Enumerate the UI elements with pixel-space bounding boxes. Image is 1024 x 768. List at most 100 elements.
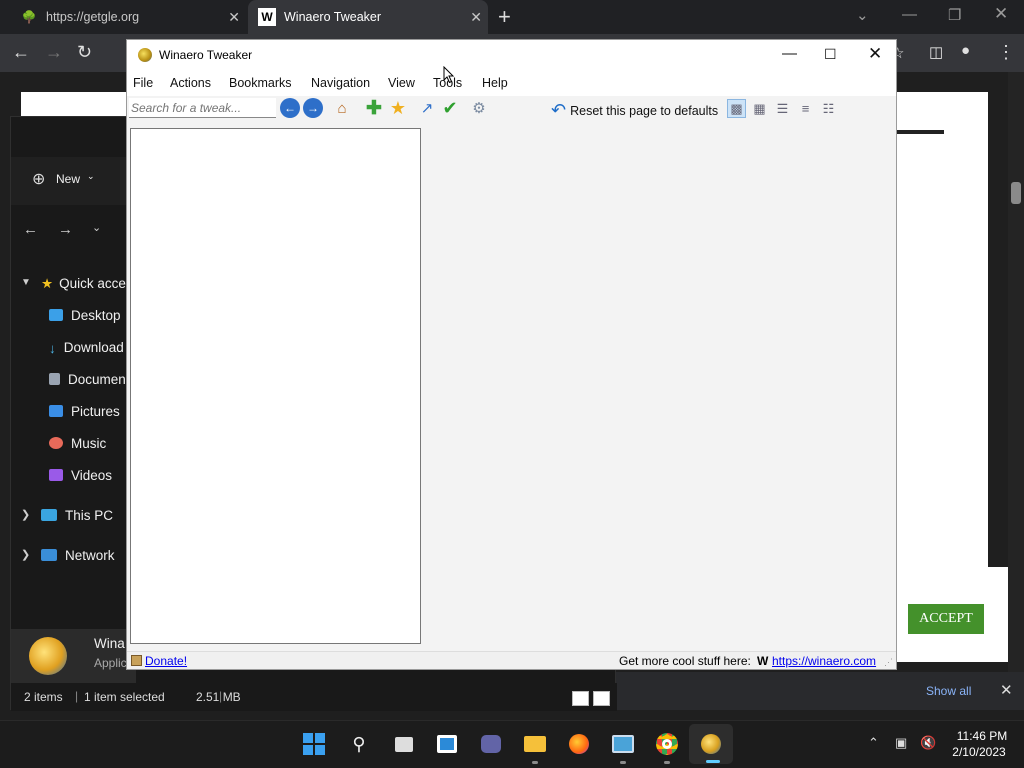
details-view-icon[interactable] bbox=[572, 691, 589, 706]
tab-winaero-tweaker[interactable]: W Winaero Tweaker ✕ bbox=[248, 0, 488, 34]
accept-cookies-button[interactable]: ACCEPT bbox=[908, 604, 984, 634]
menu-help[interactable]: Help bbox=[482, 76, 508, 90]
sidebar-item-this-pc[interactable]: This PC bbox=[41, 508, 113, 523]
task-view-icon[interactable] bbox=[392, 732, 416, 756]
sidebar-item-quick-access[interactable]: ★ Quick acce bbox=[41, 276, 126, 292]
taskbar-clock-date[interactable]: 2/10/2023 bbox=[946, 745, 1012, 759]
list-view-icon[interactable]: ≡ bbox=[796, 99, 815, 118]
chevron-down-icon[interactable]: ⌄ bbox=[87, 171, 95, 182]
side-panel-icon[interactable]: ◫ bbox=[929, 43, 943, 61]
winaero-app-icon bbox=[29, 637, 67, 675]
page-divider bbox=[897, 130, 944, 134]
new-button[interactable]: New bbox=[56, 172, 80, 186]
forward-arrow-icon[interactable]: → bbox=[45, 42, 63, 63]
add-bookmark-icon[interactable]: ✚ bbox=[364, 98, 384, 119]
close-window-icon[interactable]: ✕ bbox=[868, 44, 882, 64]
close-tab-icon[interactable]: ✕ bbox=[228, 9, 240, 26]
back-arrow-icon[interactable]: ← bbox=[23, 221, 38, 238]
monitor-icon bbox=[41, 509, 57, 521]
desktop-icon bbox=[49, 309, 63, 321]
menu-actions[interactable]: Actions bbox=[170, 76, 211, 90]
file-explorer-icon[interactable] bbox=[523, 732, 547, 756]
back-arrow-icon[interactable]: ← bbox=[12, 42, 30, 63]
tiles-view-icon[interactable]: ▩ bbox=[727, 99, 746, 118]
control-panel-icon[interactable] bbox=[611, 732, 635, 756]
close-window-icon[interactable]: ✕ bbox=[994, 4, 1008, 24]
winaero-taskbar-icon[interactable] bbox=[699, 732, 723, 756]
taskbar-clock-time[interactable]: 11:46 PM bbox=[952, 729, 1012, 743]
star-icon[interactable]: ★ bbox=[388, 98, 408, 118]
forward-arrow-icon[interactable]: → bbox=[303, 98, 323, 118]
chevron-up-icon[interactable]: ⌃ bbox=[868, 735, 879, 751]
volume-muted-icon[interactable]: 🔇 bbox=[920, 735, 936, 751]
new-tab-button[interactable]: + bbox=[498, 4, 511, 30]
expand-chevron-icon[interactable]: ❯ bbox=[21, 548, 30, 561]
sidebar-item-videos[interactable]: Videos bbox=[49, 468, 112, 483]
download-icon: ↓ bbox=[49, 341, 56, 356]
sidebar-item-documents[interactable]: Documen bbox=[49, 372, 126, 387]
show-all-downloads-link[interactable]: Show all bbox=[926, 684, 971, 698]
firefox-icon[interactable] bbox=[567, 732, 591, 756]
large-icons-view-icon[interactable]: ▦ bbox=[750, 99, 769, 118]
page-scrollbar-thumb[interactable] bbox=[1011, 182, 1021, 204]
back-arrow-icon[interactable]: ← bbox=[280, 98, 300, 118]
file-name: Wina bbox=[94, 636, 125, 651]
chevron-down-icon[interactable]: ⌄ bbox=[856, 6, 869, 24]
expand-chevron-icon[interactable]: ❯ bbox=[21, 508, 30, 521]
gear-icon[interactable]: ⚙ bbox=[469, 98, 489, 118]
sidebar-item-downloads[interactable]: ↓ Download bbox=[49, 340, 124, 356]
menu-file[interactable]: File bbox=[133, 76, 153, 90]
home-icon[interactable]: ⌂ bbox=[332, 98, 352, 118]
search-icon[interactable]: ⚲ bbox=[347, 732, 371, 756]
tree-favicon-icon: 🌳 bbox=[21, 10, 37, 24]
maximize-icon[interactable]: ☐ bbox=[824, 46, 837, 63]
sidebar-item-music[interactable]: Music bbox=[49, 436, 106, 451]
winaero-tweaker-window: Winaero Tweaker — ☐ ✕ File Actions Bookm… bbox=[126, 39, 897, 670]
close-tab-icon[interactable]: ✕ bbox=[470, 9, 482, 26]
chrome-icon[interactable] bbox=[655, 732, 679, 756]
sidebar-item-network[interactable]: Network bbox=[41, 548, 115, 563]
thumbnail-view-icon[interactable] bbox=[593, 691, 610, 706]
menu-view[interactable]: View bbox=[388, 76, 415, 90]
start-windows-icon[interactable] bbox=[302, 732, 326, 756]
restore-icon[interactable]: ❐ bbox=[948, 6, 961, 24]
minimize-icon[interactable]: — bbox=[902, 6, 917, 23]
selected-file-info: Wina Applic bbox=[11, 629, 136, 683]
network-status-icon[interactable]: ▣ bbox=[895, 735, 907, 751]
apply-check-icon[interactable]: ✔ bbox=[440, 98, 460, 118]
winaero-w-icon: W bbox=[757, 654, 769, 668]
file-type: Applic bbox=[94, 656, 127, 670]
recent-locations-icon[interactable]: ⌄ bbox=[92, 221, 101, 234]
reset-page-button[interactable]: ↶ Reset this page to defaults bbox=[551, 100, 718, 121]
sidebar-item-pictures[interactable]: Pictures bbox=[49, 404, 120, 419]
details-view-icon[interactable]: ☷ bbox=[819, 99, 838, 118]
menu-navigation[interactable]: Navigation bbox=[311, 76, 370, 90]
expand-chevron-icon[interactable]: ▼ bbox=[21, 277, 31, 288]
teams-chat-icon[interactable] bbox=[479, 732, 503, 756]
reload-icon[interactable]: ↻ bbox=[77, 42, 92, 63]
small-icons-view-icon[interactable]: ☰ bbox=[773, 99, 792, 118]
window-title-bar[interactable]: Winaero Tweaker — ☐ ✕ bbox=[127, 40, 896, 70]
search-input[interactable] bbox=[129, 98, 276, 118]
widgets-icon[interactable] bbox=[435, 732, 459, 756]
menu-bar: File Actions Bookmarks Navigation View T… bbox=[127, 70, 896, 96]
tweak-tree-panel[interactable] bbox=[130, 128, 421, 644]
minimize-icon[interactable]: — bbox=[782, 45, 797, 62]
profile-icon[interactable]: ● bbox=[961, 42, 970, 59]
tab-getgle[interactable]: 🌳 https://getgle.org ✕ bbox=[10, 0, 246, 34]
donate-link[interactable]: Donate! bbox=[145, 654, 187, 668]
w-favicon-icon: W bbox=[258, 8, 276, 26]
page-scrollbar[interactable] bbox=[1008, 72, 1024, 672]
pictures-icon bbox=[49, 405, 63, 417]
close-downloads-bar-icon[interactable]: ✕ bbox=[1000, 681, 1013, 699]
sidebar-item-desktop[interactable]: Desktop bbox=[49, 308, 121, 323]
more-menu-icon[interactable]: ⋮ bbox=[997, 42, 1015, 63]
selection-count: 1 item selected bbox=[84, 690, 165, 704]
forward-arrow-icon[interactable]: → bbox=[58, 221, 73, 238]
menu-bookmarks[interactable]: Bookmarks bbox=[229, 76, 292, 90]
running-indicator bbox=[532, 761, 538, 764]
resize-grip-icon[interactable]: ⋰ bbox=[884, 657, 893, 668]
shortcut-arrow-icon[interactable]: ↗ bbox=[417, 98, 437, 118]
item-count: 2 items bbox=[24, 690, 63, 704]
winaero-website-link[interactable]: https://winaero.com bbox=[772, 654, 876, 668]
